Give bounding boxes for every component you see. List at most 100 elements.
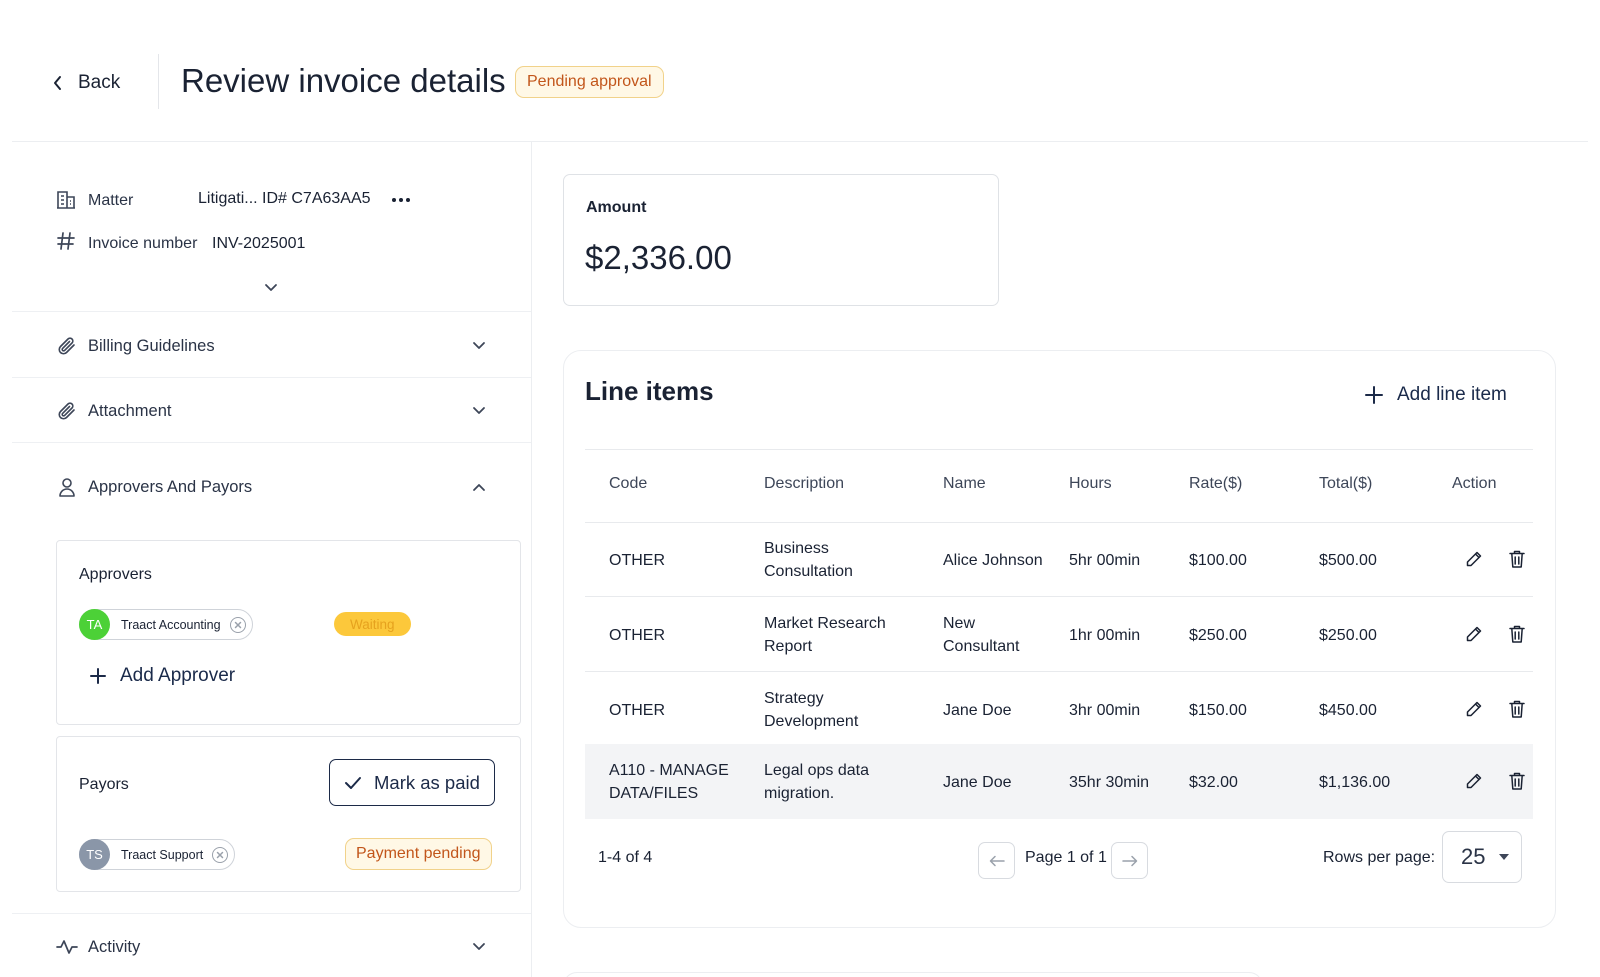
cell-total: $1,136.00 bbox=[1319, 774, 1391, 791]
cell-total: $250.00 bbox=[1319, 627, 1377, 644]
header-divider bbox=[12, 141, 1588, 142]
cell-rate: $250.00 bbox=[1189, 627, 1247, 644]
check-icon bbox=[344, 776, 362, 790]
cell-code: A110 - MANAGE DATA/FILES bbox=[609, 762, 729, 802]
cell-hours: 5hr 00min bbox=[1069, 552, 1141, 569]
mark-as-paid-label: Mark as paid bbox=[374, 771, 480, 793]
cell-rate: $32.00 bbox=[1189, 774, 1238, 791]
trash-icon[interactable] bbox=[1508, 624, 1526, 644]
column-header-code: Code bbox=[609, 475, 648, 492]
column-header-name: Name bbox=[943, 475, 986, 492]
rows-per-page-label: Rows per page: bbox=[1323, 849, 1436, 866]
invoice-number-label: Invoice number bbox=[88, 235, 198, 252]
column-header-description: Description bbox=[764, 475, 845, 492]
line-items-title: Line items bbox=[585, 376, 714, 406]
more-horizontal-icon[interactable] bbox=[390, 190, 412, 210]
status-badge: Pending approval bbox=[515, 66, 664, 98]
column-header-action: Action bbox=[1452, 475, 1497, 492]
next-page-button[interactable] bbox=[1111, 842, 1148, 879]
pencil-icon[interactable] bbox=[1465, 772, 1483, 790]
trash-icon[interactable] bbox=[1508, 549, 1526, 569]
cell-name: Alice Johnson bbox=[943, 552, 1043, 569]
amount-card: Amount $2,336.00 bbox=[563, 174, 999, 306]
table-row: OTHER Business Consultation Alice Johnson… bbox=[585, 522, 1533, 597]
mark-as-paid-button[interactable]: Mark as paid bbox=[329, 759, 495, 806]
add-approver-label: Add Approver bbox=[120, 665, 236, 686]
table-row: A110 - MANAGE DATA/FILES Legal ops data mi… bbox=[585, 744, 1533, 819]
back-button[interactable]: Back bbox=[52, 66, 120, 100]
payors-card: Payors Mark as paid TS Traact Support Pa… bbox=[56, 736, 521, 892]
avatar: TA bbox=[79, 609, 110, 640]
cell-rate: $150.00 bbox=[1189, 702, 1247, 719]
chevron-down-icon bbox=[472, 341, 486, 351]
section-label: Activity bbox=[88, 937, 141, 956]
paperclip-icon bbox=[56, 400, 78, 422]
prev-page-button[interactable] bbox=[978, 842, 1015, 879]
header-separator bbox=[158, 54, 159, 109]
pencil-icon[interactable] bbox=[1465, 625, 1483, 643]
hash-icon bbox=[56, 231, 76, 251]
approver-chip: TA Traact Accounting bbox=[79, 609, 253, 640]
cell-description: Business Consultation bbox=[764, 540, 853, 580]
table-row: OTHER Strategy Development Jane Doe 3hr 0… bbox=[585, 672, 1533, 744]
cell-code: OTHER bbox=[609, 552, 665, 569]
sidebar-divider bbox=[531, 142, 532, 977]
add-approver-button[interactable]: Add Approver bbox=[90, 665, 235, 687]
page-title: Review invoice details bbox=[181, 62, 506, 99]
approver-status-badge: Waiting bbox=[334, 612, 411, 636]
cell-code: OTHER bbox=[609, 627, 665, 644]
details-expand-button[interactable] bbox=[264, 283, 278, 293]
cell-name: New Consultant bbox=[943, 615, 1020, 655]
column-header-rate: Rate($) bbox=[1189, 475, 1243, 492]
section-attachment[interactable]: Attachment bbox=[56, 396, 486, 426]
back-label: Back bbox=[78, 72, 121, 93]
chevron-left-icon bbox=[52, 75, 64, 91]
cell-description: Legal ops data migration. bbox=[764, 762, 869, 802]
cell-total: $450.00 bbox=[1319, 702, 1377, 719]
cell-total: $500.00 bbox=[1319, 552, 1377, 569]
pencil-icon[interactable] bbox=[1465, 700, 1483, 718]
arrow-left-icon bbox=[989, 855, 1005, 867]
divider bbox=[12, 377, 531, 378]
chevron-up-icon bbox=[472, 482, 486, 492]
user-icon bbox=[56, 476, 78, 498]
trash-icon[interactable] bbox=[1508, 699, 1526, 719]
cell-name: Jane Doe bbox=[943, 702, 1012, 719]
section-label: Billing Guidelines bbox=[88, 336, 215, 355]
close-circle-icon[interactable] bbox=[229, 616, 246, 633]
section-label: Attachment bbox=[88, 401, 172, 420]
building-icon bbox=[55, 188, 77, 210]
payor-chip: TS Traact Support bbox=[79, 839, 236, 870]
payor-status-badge: Payment pending bbox=[345, 838, 492, 870]
approvers-title: Approvers bbox=[79, 566, 152, 583]
cell-rate: $100.00 bbox=[1189, 552, 1247, 569]
matter-value: Litigati... ID# C7A63AA5 bbox=[198, 190, 371, 207]
paperclip-icon bbox=[56, 335, 78, 357]
table-divider bbox=[585, 449, 1533, 450]
amount-value: $2,336.00 bbox=[585, 239, 732, 276]
activity-icon bbox=[56, 936, 78, 958]
table-row: OTHER Market Research Report New Consultan… bbox=[585, 597, 1533, 672]
pagination-range: 1-4 of 4 bbox=[598, 849, 653, 866]
section-billing-guidelines[interactable]: Billing Guidelines bbox=[56, 331, 486, 361]
close-circle-icon[interactable] bbox=[212, 846, 229, 863]
chevron-down-icon bbox=[264, 283, 278, 293]
cell-description: Market Research Report bbox=[764, 615, 886, 655]
plus-icon bbox=[1365, 386, 1383, 404]
arrow-right-icon bbox=[1121, 855, 1138, 867]
next-card-edge bbox=[563, 972, 1263, 977]
trash-icon[interactable] bbox=[1508, 771, 1526, 791]
section-activity[interactable]: Activity bbox=[56, 932, 486, 962]
column-header-hours: Hours bbox=[1069, 475, 1112, 492]
cell-hours: 3hr 00min bbox=[1069, 702, 1141, 719]
rows-per-page-select[interactable]: 25 bbox=[1442, 831, 1522, 883]
caret-down-icon bbox=[1499, 854, 1509, 860]
pencil-icon[interactable] bbox=[1465, 550, 1483, 568]
approver-name: Traact Accounting bbox=[121, 617, 221, 632]
divider bbox=[12, 311, 531, 312]
cell-hours: 1hr 00min bbox=[1069, 627, 1141, 644]
add-line-item-button[interactable]: Add line item bbox=[1365, 384, 1507, 406]
section-approvers-payors[interactable]: Approvers And Payors bbox=[56, 472, 486, 502]
cell-code: OTHER bbox=[609, 702, 665, 719]
divider bbox=[12, 913, 531, 914]
